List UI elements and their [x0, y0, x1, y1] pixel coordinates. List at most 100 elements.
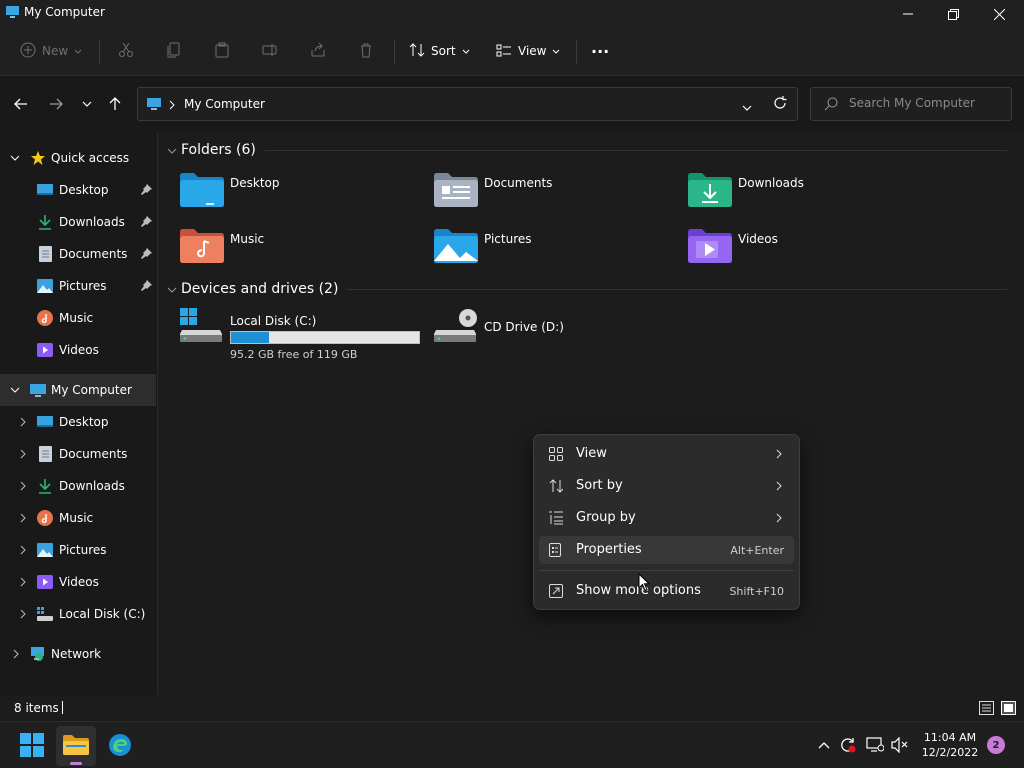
sidebar-item-pc-pictures[interactable]: Pictures [0, 534, 156, 566]
cd-drive-icon [434, 308, 478, 347]
chevron-down-icon[interactable] [9, 384, 21, 396]
notification-badge[interactable]: 2 [987, 736, 1005, 754]
sidebar-item-documents[interactable]: Documents [0, 238, 156, 270]
close-button[interactable] [976, 0, 1022, 28]
sidebar-item-quick-access[interactable]: Quick access [0, 142, 156, 174]
more-icon: ··· [591, 41, 610, 61]
folder-pictures[interactable]: Pictures [434, 228, 674, 272]
drives-section-header[interactable]: Devices and drives (2) [167, 278, 1007, 300]
new-button-label: New [42, 44, 69, 58]
chevron-right-icon[interactable] [17, 608, 29, 620]
system-clock[interactable]: 11:04 AM 12/2/2022 [916, 730, 984, 760]
folder-downloads[interactable]: Downloads [688, 172, 928, 216]
sidebar-item-pc-documents[interactable]: Documents [0, 438, 156, 470]
keyboard-shortcut: Alt+Enter [730, 544, 784, 557]
chevron-right-icon[interactable] [17, 416, 29, 428]
tiles-view-icon[interactable] [1001, 701, 1016, 718]
sidebar-item-pc-downloads[interactable]: Downloads [0, 470, 156, 502]
sidebar-item-pc-music[interactable]: Music [0, 502, 156, 534]
drive-name: Local Disk (C:) [230, 314, 317, 328]
sidebar-item-videos[interactable]: Videos [0, 334, 156, 366]
taskbar: 11:04 AM 12/2/2022 2 [0, 721, 1024, 768]
show-hidden-icons-button[interactable] [815, 736, 833, 754]
view-button[interactable]: View [496, 38, 560, 64]
folder-desktop[interactable]: Desktop [180, 172, 420, 216]
folders-section-header[interactable]: Folders (6) [167, 139, 1007, 161]
sidebar-item-desktop[interactable]: Desktop [0, 174, 156, 206]
sidebar-item-local-disk[interactable]: Local Disk (C:) [0, 598, 156, 630]
sort-icon [549, 479, 564, 497]
context-menu-show-more-options[interactable]: Show more options Shift+F10 [539, 577, 794, 605]
context-menu-view[interactable]: View [539, 440, 794, 468]
music-icon [37, 310, 53, 326]
context-menu-properties[interactable]: Properties Alt+Enter [539, 536, 794, 564]
context-menu-group-by[interactable]: Group by [539, 504, 794, 532]
download-icon [37, 214, 53, 230]
sidebar-item-pc-desktop[interactable]: Desktop [0, 406, 156, 438]
star-icon [30, 150, 46, 166]
chevron-right-icon[interactable] [10, 648, 22, 660]
up-button[interactable] [105, 94, 125, 114]
folder-documents[interactable]: Documents [434, 172, 674, 216]
sidebar-item-pictures[interactable]: Pictures [0, 270, 156, 302]
chevron-right-icon[interactable] [17, 512, 29, 524]
sync-alert-icon[interactable] [839, 736, 857, 754]
drive-cd-d[interactable]: CD Drive (D:) [434, 308, 594, 358]
breadcrumb[interactable]: My Computer [184, 97, 265, 111]
sort-button[interactable]: Sort [409, 38, 470, 64]
restore-button[interactable] [930, 0, 976, 28]
context-menu-sort-by[interactable]: Sort by [539, 472, 794, 500]
recent-locations-button[interactable] [77, 94, 97, 114]
cut-button[interactable] [118, 38, 134, 64]
sidebar-item-my-computer[interactable]: My Computer [0, 374, 156, 406]
more-options-button[interactable]: ··· [591, 38, 609, 64]
section-divider [347, 289, 1007, 290]
chevron-right-icon[interactable] [17, 448, 29, 460]
sidebar-item-downloads[interactable]: Downloads [0, 206, 156, 238]
view-list-icon [496, 42, 512, 61]
sidebar-item-music[interactable]: Music [0, 302, 156, 334]
paste-button[interactable] [214, 38, 230, 64]
details-view-icon[interactable] [979, 701, 994, 718]
refresh-icon[interactable] [773, 96, 787, 113]
toolbar-divider [99, 40, 100, 64]
folder-videos[interactable]: Videos [688, 228, 928, 272]
search-box[interactable] [810, 87, 1012, 121]
address-bar[interactable]: My Computer [137, 87, 798, 121]
taskbar-file-explorer[interactable] [56, 726, 96, 766]
sidebar-item-label: Music [59, 311, 94, 325]
back-button[interactable] [11, 94, 31, 114]
plus-circle-icon [20, 42, 36, 61]
sidebar-item-pc-videos[interactable]: Videos [0, 566, 156, 598]
chevron-down-icon [167, 281, 177, 297]
chevron-right-icon[interactable] [17, 544, 29, 556]
delete-button[interactable] [358, 38, 374, 64]
copy-button[interactable] [166, 38, 182, 64]
navigation-pane: Quick access Desktop Downloads Documents… [0, 132, 158, 695]
chevron-down-icon[interactable] [9, 152, 21, 164]
network-status-icon[interactable] [866, 736, 884, 754]
context-menu-label: View [576, 446, 607, 461]
sidebar-item-network[interactable]: Network [0, 638, 156, 670]
volume-muted-icon[interactable] [891, 736, 909, 754]
folder-music[interactable]: Music [180, 228, 420, 272]
rename-button[interactable] [262, 38, 278, 64]
chevron-right-icon[interactable] [17, 480, 29, 492]
chevron-right-icon[interactable] [17, 576, 29, 588]
forward-button[interactable] [46, 94, 66, 114]
section-divider [265, 150, 1007, 151]
copy-icon [166, 42, 182, 61]
sidebar-item-label: Downloads [59, 479, 125, 493]
start-button[interactable] [12, 726, 52, 766]
taskbar-edge-browser[interactable] [100, 726, 140, 766]
drive-local-disk-c[interactable]: Local Disk (C:) 95.2 GB free of 119 GB [180, 308, 420, 362]
minimize-button[interactable] [885, 0, 931, 28]
share-button[interactable] [310, 38, 326, 64]
new-button[interactable]: New [20, 38, 82, 64]
rename-icon [262, 42, 278, 61]
network-icon [30, 646, 46, 662]
search-input[interactable] [849, 96, 1004, 110]
address-dropdown-icon[interactable] [742, 100, 752, 114]
breadcrumb-chevron-icon[interactable] [169, 99, 175, 113]
drives-section-title: Devices and drives (2) [181, 281, 339, 297]
